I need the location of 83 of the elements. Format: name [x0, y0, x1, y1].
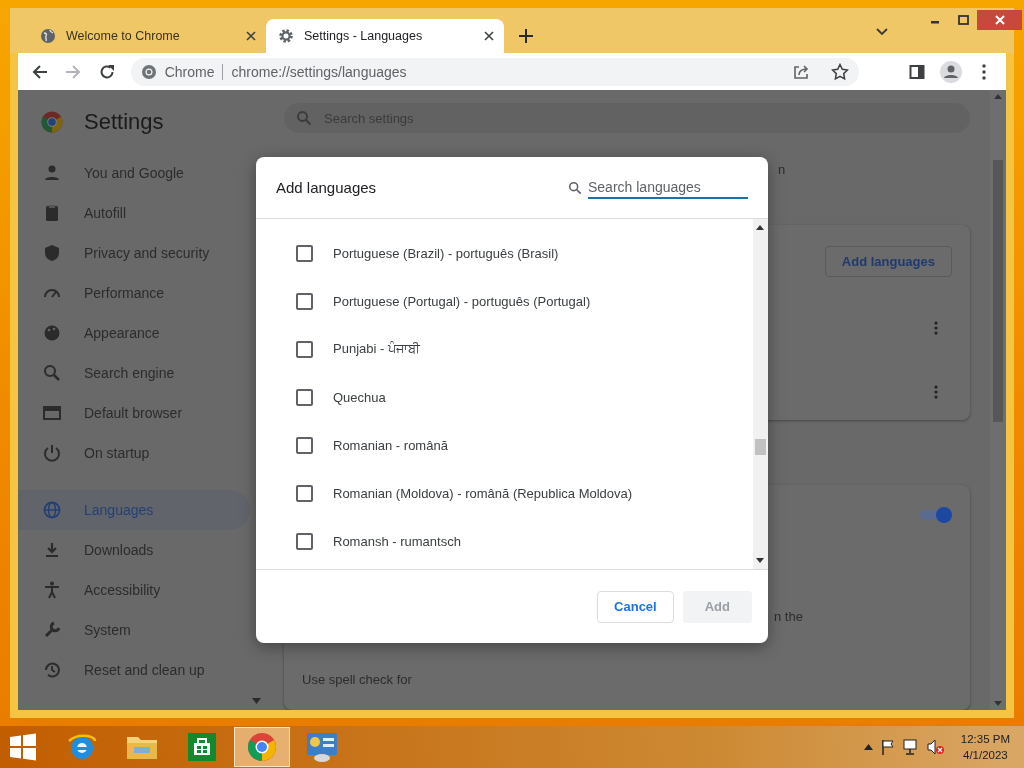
scroll-up-icon[interactable] — [756, 225, 764, 230]
back-icon[interactable] — [31, 63, 48, 80]
settings-icon — [278, 28, 294, 44]
close-icon[interactable] — [246, 31, 256, 41]
sidebar-item[interactable]: Appearance — [18, 313, 250, 353]
checkbox[interactable] — [296, 292, 313, 310]
shield-icon — [42, 243, 62, 263]
add-languages-button[interactable]: Add languages — [824, 246, 952, 277]
toggle-switch[interactable] — [918, 507, 952, 523]
wrench-icon — [42, 620, 62, 640]
spell-check-label: Use spell check for — [302, 672, 412, 687]
sidebar-item[interactable]: On startup — [18, 433, 250, 473]
sidebar-item[interactable]: Downloads — [18, 530, 250, 570]
browser-window-icon — [42, 403, 62, 423]
sidebar-item[interactable]: Search engine — [18, 353, 250, 393]
power-icon — [42, 443, 62, 463]
language-label[interactable]: Romanian - română — [333, 437, 448, 453]
more-icon[interactable] — [934, 385, 938, 399]
checkbox[interactable] — [296, 340, 313, 358]
cancel-button[interactable]: Cancel — [597, 590, 674, 623]
clock-time[interactable]: 12:35 PM — [960, 731, 1010, 747]
sidebar-item[interactable]: Autofill — [18, 193, 250, 233]
language-label[interactable]: Punjabi - ਪੰਜਾਬੀ — [333, 341, 420, 357]
star-icon[interactable] — [831, 62, 850, 81]
caret-icon[interactable] — [876, 28, 888, 36]
scrollbar[interactable] — [990, 90, 1006, 710]
sidebar-item[interactable]: Languages — [18, 490, 250, 530]
search-icon — [568, 180, 582, 195]
sidebar-item[interactable]: Accessibility — [18, 570, 250, 610]
clock-date[interactable]: 4/1/2023 — [963, 747, 1008, 763]
checkbox[interactable] — [296, 388, 313, 406]
browser-tab[interactable]: Welcome to Chrome — [28, 19, 266, 53]
sidebar-item[interactable]: System — [18, 610, 250, 650]
control-panel-icon — [305, 731, 339, 763]
description-text: n the — [774, 609, 803, 624]
chrome-logo-icon — [140, 63, 157, 80]
more-icon[interactable] — [934, 321, 938, 335]
language-label[interactable]: Quechua — [333, 389, 386, 405]
network-icon[interactable] — [902, 739, 919, 755]
chrome-logo-icon — [40, 109, 64, 134]
accessibility-icon — [42, 580, 62, 600]
sidebar-item[interactable]: Default browser — [18, 393, 250, 433]
sidebar-item[interactable]: Privacy and security — [18, 233, 250, 273]
flag-icon[interactable] — [880, 739, 895, 755]
address-bar[interactable]: Chrome chrome://settings/languages — [130, 57, 860, 86]
muted-speaker-icon[interactable] — [926, 739, 945, 755]
site-label: Chrome — [164, 63, 215, 80]
scrollbar[interactable] — [753, 219, 768, 569]
maximize-icon[interactable] — [957, 15, 969, 25]
sidebar-item[interactable]: You and Google — [18, 153, 250, 193]
checkbox[interactable] — [296, 484, 313, 502]
language-label[interactable]: Portuguese (Portugal) - português (Portugal) — [333, 293, 591, 309]
shopping-bag-icon — [187, 732, 217, 762]
search-icon — [42, 363, 62, 383]
scroll-down-icon[interactable] — [756, 558, 764, 563]
share-icon[interactable] — [793, 63, 810, 80]
browser-tab[interactable]: Settings - Languages — [266, 19, 504, 53]
close-icon — [994, 15, 1005, 25]
language-label[interactable]: Romanian (Moldova) - română (Republica Moldova) — [333, 485, 633, 501]
search-icon — [296, 110, 312, 126]
globe-icon — [40, 28, 56, 44]
checkbox[interactable] — [296, 532, 313, 550]
scrollbar-thumb[interactable] — [755, 439, 766, 455]
settings-title: Settings — [84, 108, 164, 135]
sidebar-item[interactable]: Performance — [18, 273, 250, 313]
url-text: chrome://settings/languages — [231, 63, 408, 80]
language-label[interactable]: Romansh - rumantsch — [333, 533, 461, 549]
dialog-title: Add languages — [276, 179, 378, 196]
taskbar-app[interactable] — [234, 727, 290, 767]
chrome-logo-icon — [246, 731, 278, 763]
windows-logo-icon[interactable] — [9, 733, 37, 761]
close-button[interactable] — [977, 10, 1022, 30]
person-icon — [42, 163, 62, 183]
sidebar-item[interactable]: Reset and clean up — [18, 650, 250, 690]
globe-icon — [42, 500, 62, 520]
close-icon[interactable] — [484, 31, 494, 41]
language-label[interactable]: Portuguese (Brazil) - português (Brasil) — [333, 245, 559, 261]
checkbox[interactable] — [296, 244, 313, 262]
description-text: n — [778, 162, 786, 177]
reload-icon[interactable] — [98, 63, 115, 80]
caret-icon[interactable] — [863, 744, 873, 750]
history-icon — [42, 660, 62, 680]
checkbox[interactable] — [296, 436, 313, 454]
